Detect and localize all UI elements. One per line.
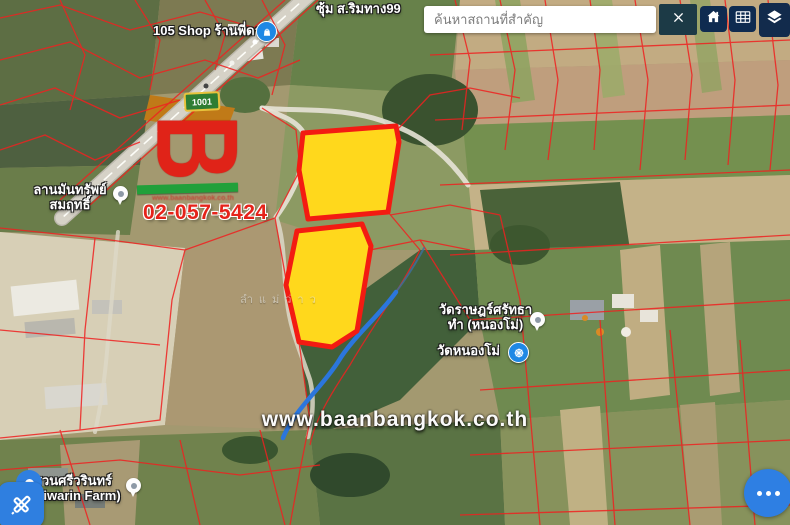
clear-search-button[interactable] [659, 4, 697, 35]
poi-label-temple2: วัดหนองโม่ [437, 344, 500, 359]
edit-tools-icon[interactable] [0, 482, 44, 525]
poi-label-cassava-yard: ลานมันทรัพย์ สมฤทธิ์ [20, 183, 120, 213]
route-shield: 1001 [184, 91, 221, 112]
home-button[interactable] [700, 6, 727, 32]
layers-button[interactable] [759, 3, 790, 37]
phone-number: 02-057-5424 [143, 201, 268, 225]
poi-label-shop: 105 Shop ร้านพี่ดา [153, 24, 262, 39]
cassava-yard-pin-icon[interactable] [113, 186, 128, 201]
poi-label-temple1: วัดราษฎร์ศรัทธา ทำ (หนองโม่) [428, 303, 543, 333]
home-icon [705, 8, 722, 30]
satellite-map[interactable] [0, 0, 790, 525]
grid-icon [734, 8, 752, 31]
parcel-south [286, 224, 371, 347]
more-options-button[interactable] [744, 469, 790, 517]
more-options-icon [757, 491, 762, 496]
clear-search-icon [671, 10, 686, 30]
parcel-north [299, 126, 399, 219]
stream-label: ลำแม่ว่าว [240, 290, 322, 308]
watermark: www.baanbangkok.co.th [262, 408, 528, 432]
shop-bag-pin-icon[interactable] [256, 21, 277, 42]
grid-button[interactable] [729, 6, 756, 32]
poi-label-roadside-stall: ซุ้ม ส.ริมทาง99 [316, 2, 401, 17]
field-patchwork [0, 0, 790, 525]
farm-pin-icon[interactable] [126, 478, 141, 493]
temple1-pin-icon[interactable] [530, 312, 545, 327]
dharma-wheel-icon[interactable] [508, 342, 529, 363]
map-viewport[interactable]: 105 Shop ร้านพี่ดา ซุ้ม ส.ริมทาง99 1001 … [0, 0, 790, 525]
search-input[interactable] [424, 6, 656, 33]
layers-icon [765, 8, 784, 32]
